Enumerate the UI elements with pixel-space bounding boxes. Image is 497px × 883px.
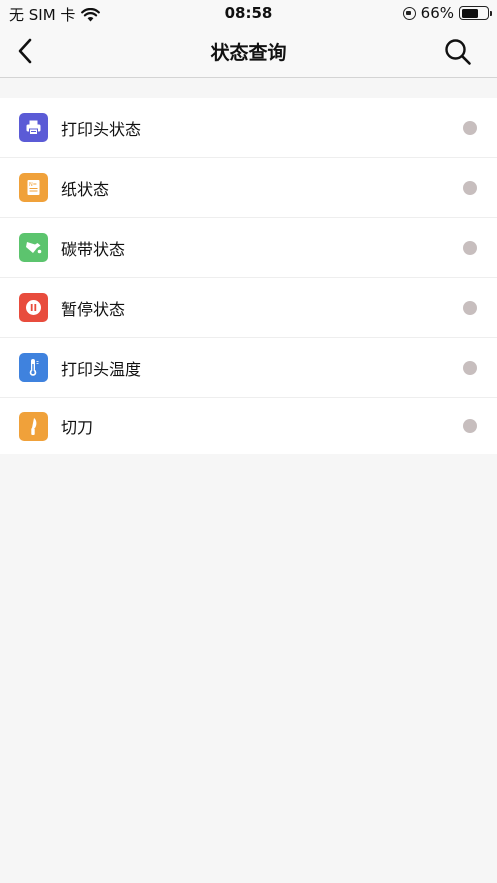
status-bar: 无 SIM 卡 08:58 66%	[0, 0, 497, 26]
status-indicator	[463, 419, 477, 433]
pause-icon	[19, 293, 48, 322]
cutter-icon	[19, 411, 48, 441]
list-item-label: 切刀	[61, 418, 94, 437]
status-indicator	[463, 360, 477, 375]
list-item-paper-status[interactable]: N= 纸状态	[0, 158, 497, 218]
paper-icon: N=	[19, 173, 48, 202]
printer-icon	[19, 113, 48, 142]
list-item-pause-status[interactable]: 暂停状态	[0, 278, 497, 338]
list-item-printhead-temperature[interactable]: 打印头温度	[0, 338, 497, 398]
list-item-label: 打印头状态	[61, 119, 142, 139]
list-item-label: 打印头温度	[61, 359, 142, 379]
page-title: 状态查询	[210, 42, 287, 64]
orientation-lock-icon	[402, 6, 416, 20]
status-indicator	[463, 120, 477, 135]
battery-level	[461, 8, 478, 18]
status-indicator	[463, 180, 477, 195]
status-indicator	[463, 300, 477, 315]
svg-text:N=: N=	[29, 182, 37, 188]
list-item-label: 暂停状态	[61, 299, 126, 319]
battery-icon	[459, 6, 492, 20]
search-button[interactable]	[441, 35, 475, 69]
ribbon-icon	[19, 233, 48, 262]
status-list: 打印头状态 N= 纸状态 碳带状态 暂停状态 打印头温度 切刀	[0, 98, 497, 454]
list-item-ribbon-status[interactable]: 碳带状态	[0, 218, 497, 278]
search-icon	[445, 39, 471, 65]
list-item-cutter[interactable]: 切刀	[0, 398, 497, 454]
nav-bar: 状态查询	[0, 26, 497, 78]
list-item-label: 碳带状态	[61, 239, 126, 259]
status-right: 66%	[402, 4, 492, 22]
list-item-label: 纸状态	[61, 179, 110, 199]
battery-percent: 66%	[420, 4, 454, 22]
status-indicator	[463, 240, 477, 255]
list-item-printhead-status[interactable]: 打印头状态	[0, 98, 497, 158]
thermometer-icon	[19, 353, 48, 382]
